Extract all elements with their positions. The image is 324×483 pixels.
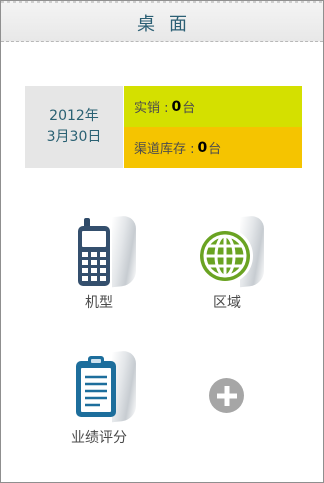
sold-label: 实销 : [134,101,169,116]
globe-icon [192,214,264,290]
tile-model[interactable]: 机型 [51,214,147,312]
sales-summary-panel: 2012年 3月30日 实销 : 0 台 渠道库存 : 0 台 [25,86,302,168]
stock-unit: 台 [208,142,222,157]
plus-circle-icon[interactable] [209,378,244,413]
page-title: 桌面 [137,14,201,35]
stock-stat[interactable]: 渠道库存 : 0 台 [124,127,302,168]
sold-value: 0 [171,98,182,115]
tile-model-label: 机型 [85,295,113,311]
tile-region[interactable]: 区域 [179,214,275,312]
date-day: 3月30日 [46,129,102,145]
tile-performance-score-label: 业绩评分 [71,430,127,446]
sold-unit: 台 [182,101,196,116]
mobile-phone-icon [64,214,136,290]
tile-region-label: 区域 [213,295,241,311]
title-bar: 桌面 [1,1,323,42]
stock-label: 渠道库存 : [134,142,195,157]
tile-performance-score[interactable]: 业绩评分 [51,349,147,447]
date-year: 2012年 [49,108,99,124]
clipboard-icon [64,349,136,425]
stock-value: 0 [197,139,208,156]
desktop-window: 桌面 2012年 3月30日 实销 : 0 台 渠道库存 : 0 台 机型 区域… [0,0,324,483]
date-box: 2012年 3月30日 [25,86,124,168]
sold-stat[interactable]: 实销 : 0 台 [124,86,302,127]
stats-column: 实销 : 0 台 渠道库存 : 0 台 [124,86,302,168]
